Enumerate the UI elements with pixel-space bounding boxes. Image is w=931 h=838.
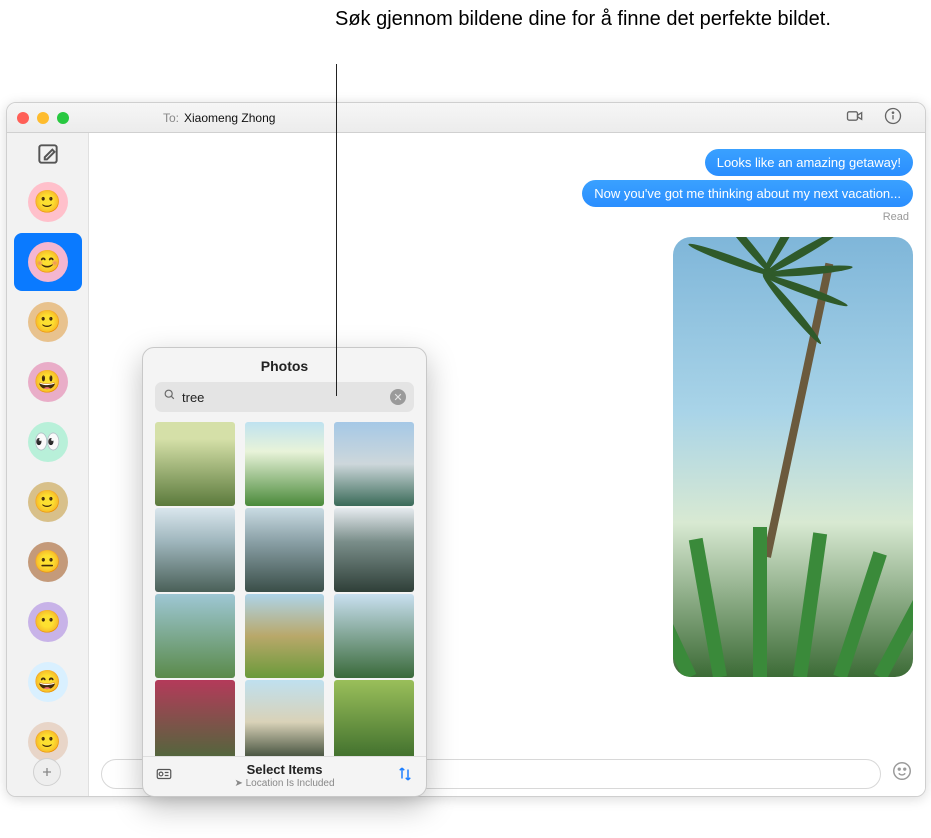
window-controls — [17, 112, 69, 124]
photo-thumbnail[interactable] — [245, 508, 325, 592]
photo-thumbnail[interactable] — [245, 594, 325, 678]
photo-thumbnail[interactable] — [334, 422, 414, 506]
conversation-item[interactable]: 🙂 — [14, 293, 82, 351]
recipient-name[interactable]: Xiaomeng Zhong — [184, 111, 275, 125]
conversation-item[interactable]: 😃 — [14, 353, 82, 411]
apps-button[interactable] — [33, 758, 61, 786]
photo-thumbnail[interactable] — [334, 508, 414, 592]
avatar: 😶 — [28, 602, 68, 642]
facetime-video-icon[interactable] — [845, 106, 865, 129]
sent-photo-message[interactable] — [673, 237, 913, 677]
popover-footer: Select Items ➤ Location Is Included — [143, 756, 426, 796]
avatar: 🙂 — [28, 482, 68, 522]
location-included-label: ➤ Location Is Included — [183, 778, 386, 790]
location-arrow-icon: ➤ — [234, 778, 242, 789]
conversation-item[interactable]: 🙂 — [14, 173, 82, 231]
conversation-item[interactable]: 😶 — [14, 593, 82, 651]
conversation-item[interactable]: 👀 — [14, 413, 82, 471]
popover-title: Photos — [143, 348, 426, 382]
search-icon — [163, 388, 176, 406]
memoji-picker-icon[interactable] — [155, 765, 173, 788]
photo-thumbnail[interactable] — [245, 680, 325, 756]
avatar: 🙂 — [28, 722, 68, 762]
compose-button[interactable] — [35, 141, 61, 167]
sent-message-bubble[interactable]: Now you've got me thinking about my next… — [582, 180, 913, 207]
avatar: 🙂 — [28, 302, 68, 342]
avatar: 🙂 — [28, 182, 68, 222]
conversation-item[interactable]: 😄 — [14, 653, 82, 711]
photo-thumbnail[interactable] — [334, 594, 414, 678]
avatar: 😃 — [28, 362, 68, 402]
emoji-picker-button[interactable] — [891, 760, 913, 788]
clear-search-button[interactable]: ✕ — [390, 389, 406, 405]
conversation-item[interactable]: 🙂 — [14, 473, 82, 531]
conversation-item[interactable]: 😊 — [14, 233, 82, 291]
photos-search-input[interactable] — [182, 390, 384, 405]
conversation-item[interactable]: 😐 — [14, 533, 82, 591]
select-items-label[interactable]: Select Items — [183, 763, 386, 778]
photo-thumbnail[interactable] — [155, 594, 235, 678]
to-label: To: — [163, 111, 179, 125]
callout-text: Søk gjennom bildene dine for å finne det… — [335, 6, 831, 33]
window-titlebar: To: Xiaomeng Zhong — [7, 103, 925, 133]
avatar: 😄 — [28, 662, 68, 702]
photo-thumbnail[interactable] — [245, 422, 325, 506]
sort-icon[interactable] — [396, 765, 414, 788]
avatar: 👀 — [28, 422, 68, 462]
photos-popover: Photos ✕ Select Items ➤ Location Is Incl… — [142, 347, 427, 797]
info-icon[interactable] — [883, 106, 903, 129]
avatar: 😊 — [28, 242, 68, 282]
photo-thumbnail[interactable] — [334, 680, 414, 756]
read-receipt: Read — [883, 211, 913, 223]
photo-thumbnail[interactable] — [155, 422, 235, 506]
minimize-window-button[interactable] — [37, 112, 49, 124]
sent-message-bubble[interactable]: Looks like an amazing getaway! — [705, 149, 913, 176]
callout-leader-line — [336, 64, 337, 396]
zoom-window-button[interactable] — [57, 112, 69, 124]
close-window-button[interactable] — [17, 112, 29, 124]
photo-thumbnail[interactable] — [155, 680, 235, 756]
avatar: 😐 — [28, 542, 68, 582]
photos-search-field[interactable]: ✕ — [155, 382, 414, 412]
photo-results-grid — [143, 422, 426, 756]
conversation-sidebar: 🙂 😊 🙂 😃 👀 🙂 😐 😶 😄 🙂 — [7, 133, 89, 796]
photo-thumbnail[interactable] — [155, 508, 235, 592]
